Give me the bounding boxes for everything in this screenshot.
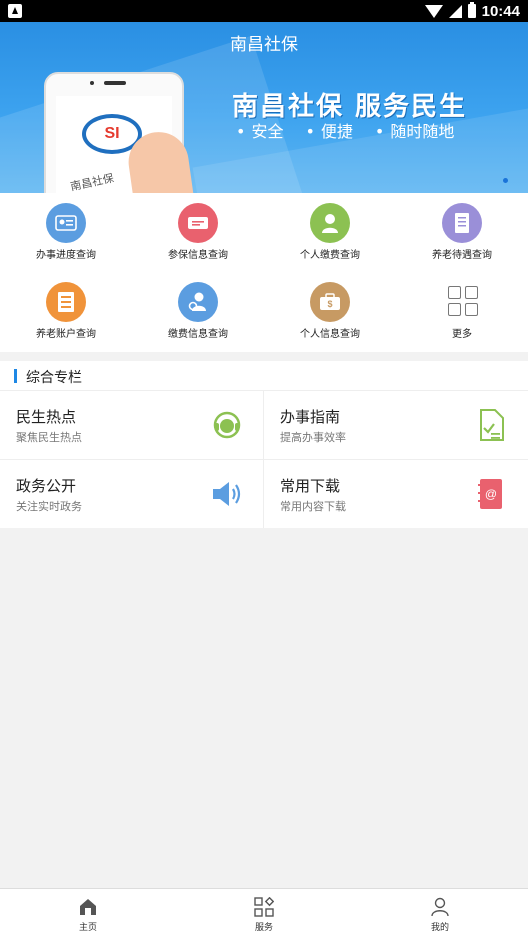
nav-home[interactable]: 主页 xyxy=(0,889,176,938)
card-subtitle: 提高办事效率 xyxy=(280,431,346,444)
headset-icon xyxy=(211,409,243,441)
bottom-nav: 主页 服务 我的 xyxy=(0,888,528,938)
document-icon xyxy=(442,203,482,243)
notification-icon xyxy=(8,4,22,18)
battery-icon xyxy=(467,2,476,18)
card-title: 民生热点 xyxy=(16,408,77,426)
service-insurance-query[interactable]: 参保信息查询 xyxy=(132,193,264,272)
section-title: 综合专栏 xyxy=(26,370,82,386)
banner[interactable]: 南昌社保 SI 南昌社保 南昌社保 服务民生 安全 便捷 随时随地 xyxy=(0,22,528,193)
service-label: 办事进度查询 xyxy=(36,250,96,261)
card-title: 办事指南 xyxy=(280,408,341,426)
service-label: 缴费信息查询 xyxy=(168,329,228,340)
card-common-downloads[interactable]: 常用下载 常用内容下载 @ xyxy=(264,460,527,528)
status-bar: 10:44 xyxy=(0,0,528,22)
person-icon xyxy=(310,203,350,243)
ledger-icon xyxy=(46,282,86,322)
nav-label: 我的 xyxy=(430,923,449,933)
feature-cards: 民生热点 聚焦民生热点 办事指南 提高办事效率 政务公开 关注实时政务 常用下载… xyxy=(0,391,528,528)
user-icon xyxy=(430,897,450,917)
service-label: 养老待遇查询 xyxy=(432,250,492,261)
page-title: 南昌社保 xyxy=(230,35,298,55)
divider xyxy=(0,459,528,460)
service-more[interactable]: 更多 xyxy=(396,272,528,351)
id-card-icon xyxy=(46,203,86,243)
grid-icon xyxy=(448,286,478,316)
svg-text:@: @ xyxy=(485,487,497,501)
address-book-icon: @ xyxy=(475,478,507,510)
ticket-icon xyxy=(178,203,218,243)
card-title: 常用下载 xyxy=(280,477,341,495)
card-government-affairs[interactable]: 政务公开 关注实时政务 xyxy=(0,460,263,528)
nav-profile[interactable]: 我的 xyxy=(352,889,528,938)
wallet-icon: $ xyxy=(310,282,350,322)
nav-label: 主页 xyxy=(78,923,97,933)
nav-label: 服务 xyxy=(254,923,273,933)
card-subtitle: 聚焦民生热点 xyxy=(16,431,82,444)
banner-features: 安全 便捷 随时随地 xyxy=(236,118,454,142)
card-subtitle: 常用内容下载 xyxy=(280,500,346,513)
feature-item: 便捷 xyxy=(305,118,353,142)
service-progress-query[interactable]: 办事进度查询 xyxy=(0,193,132,272)
home-icon xyxy=(78,897,98,917)
service-pension-benefit-query[interactable]: 养老待遇查询 xyxy=(396,193,528,272)
service-personal-info-query[interactable]: $ 个人信息查询 xyxy=(264,272,396,351)
service-label: 个人缴费查询 xyxy=(300,250,360,261)
signal-icon xyxy=(448,4,462,18)
service-pension-account-query[interactable]: 养老账户查询 xyxy=(0,272,132,351)
card-text: 南昌社保 xyxy=(69,171,115,193)
carousel-indicator xyxy=(503,178,508,183)
service-grid: 办事进度查询 参保信息查询 个人缴费查询 养老待遇查询 养老账户查询 缴费信息查… xyxy=(0,193,528,352)
card-livelihood-hotspots[interactable]: 民生热点 聚焦民生热点 xyxy=(0,391,263,459)
clock: 10:44 xyxy=(481,2,520,20)
service-label: 个人信息查询 xyxy=(300,329,360,340)
section-accent-bar xyxy=(14,369,17,383)
service-label: 更多 xyxy=(452,329,472,340)
feature-item: 安全 xyxy=(236,118,283,142)
wifi-icon xyxy=(424,4,443,18)
section-header: 综合专栏 xyxy=(0,361,528,391)
service-payment-info-query[interactable]: 缴费信息查询 xyxy=(132,272,264,351)
card-subtitle: 关注实时政务 xyxy=(16,500,82,513)
apps-icon xyxy=(254,896,275,917)
nav-services[interactable]: 服务 xyxy=(176,889,352,938)
feature-item: 随时随地 xyxy=(375,118,454,142)
service-personal-payment-query[interactable]: 个人缴费查询 xyxy=(264,193,396,272)
service-label: 参保信息查询 xyxy=(168,250,228,261)
card-service-guide[interactable]: 办事指南 提高办事效率 xyxy=(264,391,527,459)
svg-text:$: $ xyxy=(327,299,332,309)
user-search-icon xyxy=(178,282,218,322)
speaker-icon xyxy=(211,478,243,510)
checklist-icon xyxy=(475,409,507,441)
service-label: 养老账户查询 xyxy=(36,329,96,340)
card-title: 政务公开 xyxy=(16,477,77,495)
status-icons: 10:44 xyxy=(424,2,520,20)
